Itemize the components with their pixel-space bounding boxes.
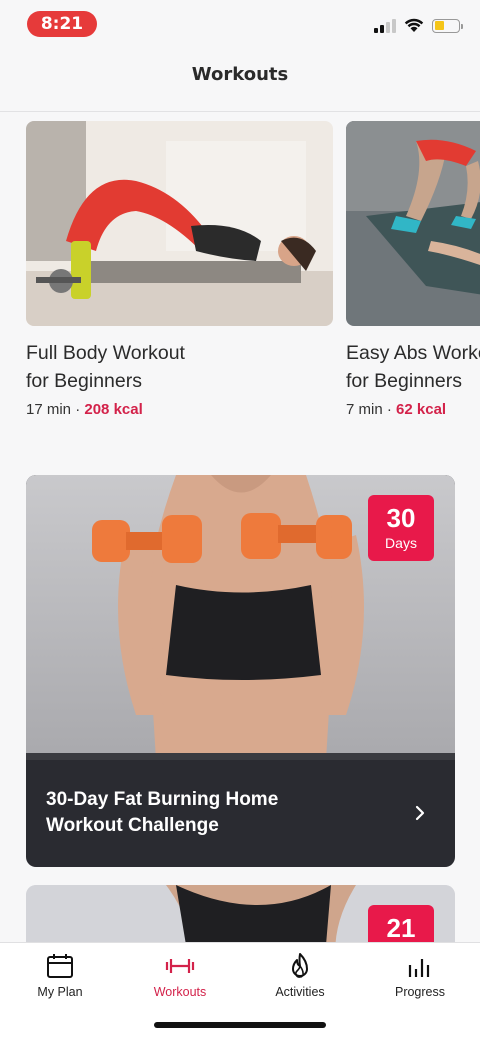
wifi-icon [404, 18, 424, 32]
flame-icon [292, 953, 308, 978]
workout-title[interactable]: Full Body Workout for Beginners [26, 339, 333, 395]
workout-duration: 17 min [26, 401, 72, 418]
challenge-title-line2: Workout Challenge [46, 815, 219, 836]
workout-duration: 7 min [346, 401, 383, 418]
workout-title-line2: for Beginners [26, 370, 142, 392]
challenge-title-line1: 30-Day Fat Burning Home [46, 789, 279, 810]
meta-separator: · [71, 401, 85, 418]
tab-progress[interactable]: Progress [360, 943, 480, 1013]
signal-icon [374, 18, 396, 33]
status-time: 8:21 [27, 11, 97, 37]
workout-card[interactable]: Easy Abs Workout for Beginners 7 min · 6… [346, 121, 480, 418]
status-bar: 8:21 [0, 0, 480, 48]
days-badge: 30 Days [368, 495, 434, 561]
challenge-title: 30-Day Fat Burning Home Workout Challeng… [46, 787, 376, 839]
tab-label: Progress [394, 985, 446, 999]
tab-label: Activities [275, 985, 325, 999]
workout-meta: 7 min · 62 kcal [346, 401, 480, 418]
tab-label: My Plan [37, 985, 83, 999]
dumbbell-icon [165, 959, 195, 973]
workout-kcal: 62 kcal [396, 401, 447, 418]
calendar-icon [47, 954, 73, 978]
battery-icon [432, 18, 463, 33]
workout-title-line2: for Beginners [346, 370, 462, 392]
workout-kcal: 208 kcal [84, 401, 143, 418]
home-indicator [154, 1022, 326, 1028]
workout-title-line1: Easy Abs Workout [346, 342, 480, 364]
tab-workouts[interactable]: Workouts [120, 943, 240, 1013]
workout-title-line1: Full Body Workout [26, 342, 185, 364]
tab-my-plan[interactable]: My Plan [0, 943, 120, 1013]
header: Workouts [0, 48, 480, 112]
workout-carousel[interactable]: Full Body Workout for Beginners 17 min ·… [0, 121, 480, 431]
tab-activities[interactable]: Activities [240, 943, 360, 1013]
days-number: 21 [386, 913, 416, 943]
workout-card[interactable]: Full Body Workout for Beginners 17 min ·… [26, 121, 333, 418]
workout-title[interactable]: Easy Abs Workout for Beginners [346, 339, 480, 395]
meta-separator: · [382, 401, 397, 418]
challenge-card[interactable]: 30 Days 30-Day Fat Burning Home Workout … [26, 475, 455, 867]
tab-label: Workouts [153, 985, 207, 999]
page-title: Workouts [191, 64, 289, 85]
chevron-right-icon[interactable] [413, 803, 427, 823]
status-icons [374, 18, 463, 33]
workout-thumbnail[interactable] [26, 121, 333, 326]
workout-thumbnail[interactable] [346, 121, 480, 326]
workout-meta: 17 min · 208 kcal [26, 401, 333, 418]
days-label: Days [385, 535, 417, 551]
bar-chart-icon [408, 959, 430, 977]
days-number: 30 [386, 503, 416, 533]
